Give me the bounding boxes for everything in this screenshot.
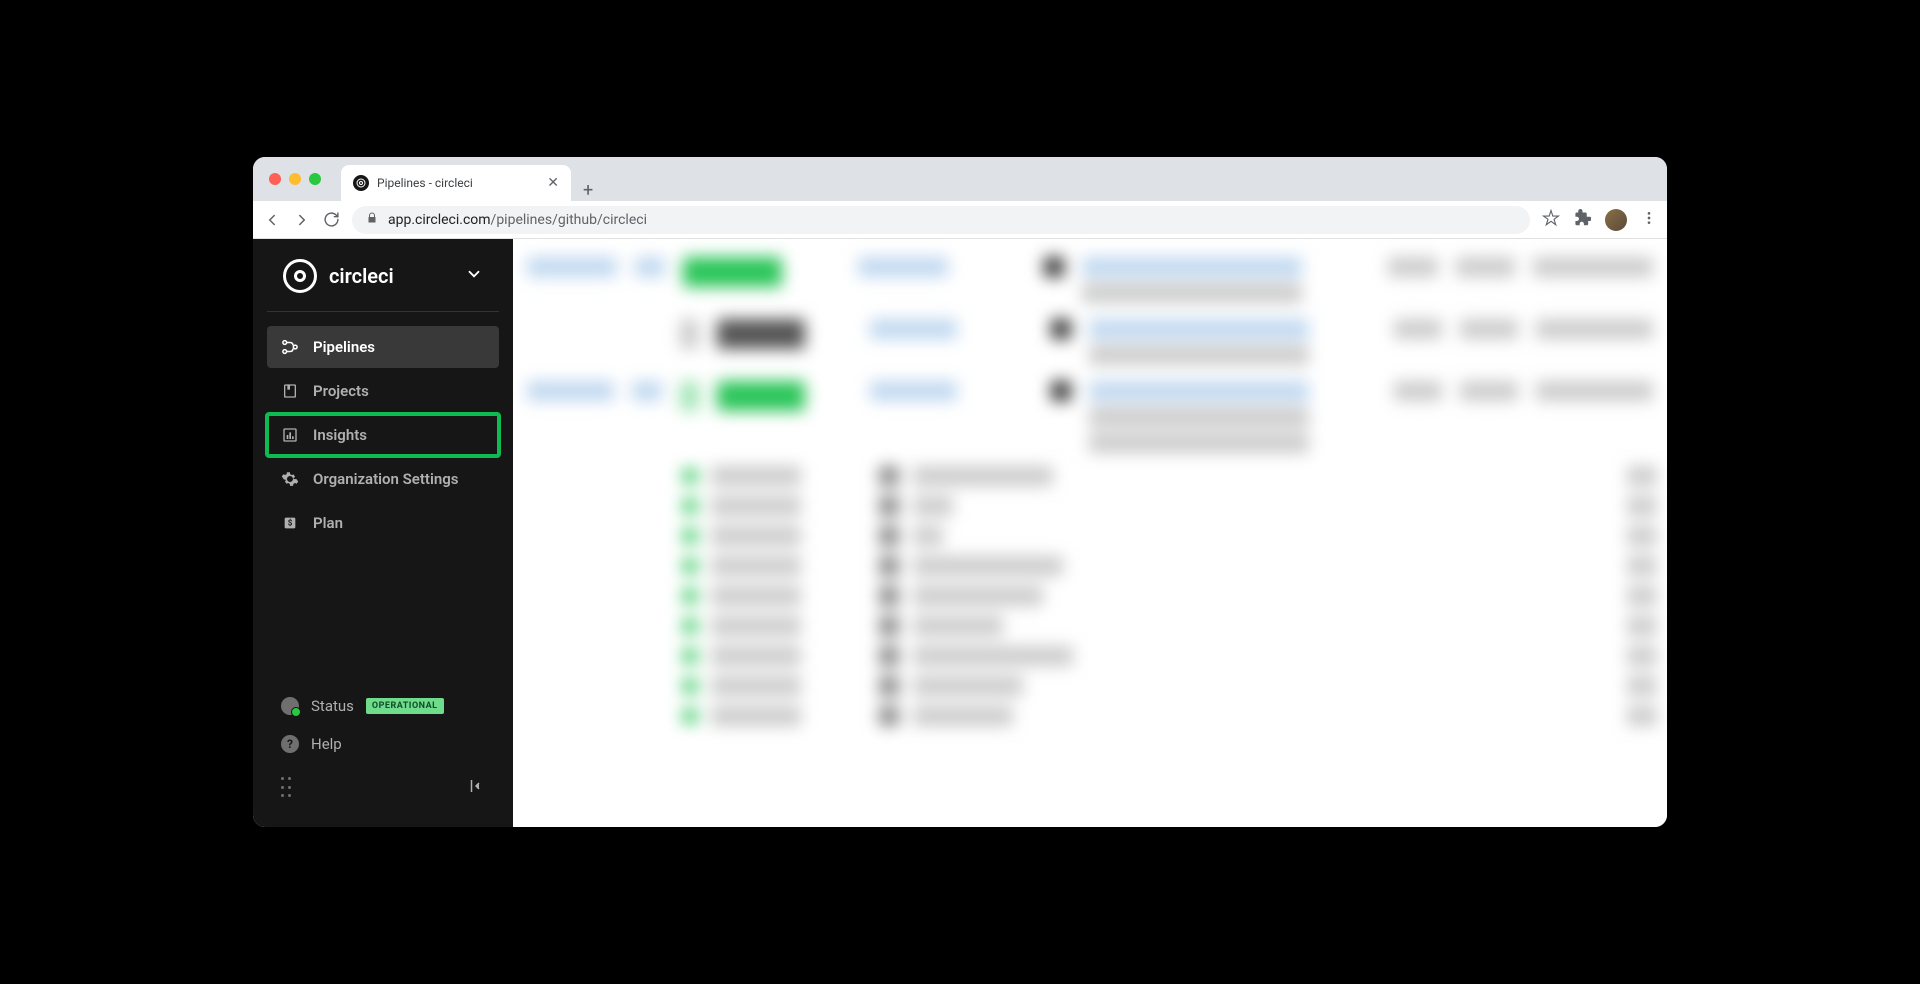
sidebar-item-projects[interactable]: Projects (267, 370, 499, 412)
help-icon: ? (281, 735, 299, 753)
sidebar-item-pipelines[interactable]: Pipelines (267, 326, 499, 368)
app-container: circleci Pipelines Projects (253, 239, 1667, 827)
sidebar-item-insights[interactable]: Insights (267, 414, 499, 456)
collapse-row (267, 763, 499, 813)
reload-button[interactable] (323, 211, 340, 228)
window-controls (253, 173, 321, 185)
help-label: Help (311, 735, 342, 753)
plan-icon: $ (281, 514, 299, 532)
pipelines-icon (281, 338, 299, 356)
svg-text:$: $ (288, 519, 293, 528)
sidebar-item-label: Insights (313, 426, 367, 444)
window-minimize-button[interactable] (289, 173, 301, 185)
sidebar-item-label: Pipelines (313, 338, 375, 356)
url-text: app.circleci.com/pipelines/github/circle… (388, 212, 647, 228)
new-tab-button[interactable]: + (571, 180, 605, 201)
status-badge: OPERATIONAL (366, 698, 444, 714)
browser-tab-bar: Pipelines - circleci ✕ + (253, 157, 1667, 201)
nav-section: Pipelines Projects Insights (253, 312, 513, 673)
browser-tab[interactable]: Pipelines - circleci ✕ (341, 165, 571, 201)
sidebar-item-plan[interactable]: $ Plan (267, 502, 499, 544)
help-row[interactable]: ? Help (267, 725, 499, 763)
address-bar[interactable]: app.circleci.com/pipelines/github/circle… (352, 206, 1530, 234)
tab-close-icon[interactable]: ✕ (547, 175, 559, 191)
chevron-down-icon (465, 265, 483, 287)
sidebar-item-org-settings[interactable]: Organization Settings (267, 458, 499, 500)
address-bar-row: app.circleci.com/pipelines/github/circle… (253, 201, 1667, 239)
back-button[interactable] (263, 211, 281, 229)
browser-window: Pipelines - circleci ✕ + app.circleci.co… (253, 157, 1667, 827)
sidebar-bottom: Status OPERATIONAL ? Help (253, 673, 513, 827)
main-content (513, 239, 1667, 827)
tabs: Pipelines - circleci ✕ + (341, 157, 605, 201)
bookmark-icon[interactable] (1542, 209, 1560, 231)
insights-icon (281, 426, 299, 444)
window-maximize-button[interactable] (309, 173, 321, 185)
tab-favicon-icon (353, 175, 369, 191)
org-selector[interactable]: circleci (267, 247, 499, 312)
collapse-sidebar-icon[interactable] (467, 777, 485, 799)
sidebar-item-label: Projects (313, 382, 369, 400)
lock-icon (366, 212, 378, 227)
extensions-icon[interactable] (1574, 209, 1591, 230)
projects-icon (281, 382, 299, 400)
sidebar-item-label: Organization Settings (313, 470, 458, 488)
status-label: Status (311, 697, 354, 715)
gear-icon (281, 470, 299, 488)
sidebar-item-label: Plan (313, 514, 343, 532)
grip-icon[interactable] (281, 777, 291, 799)
status-row[interactable]: Status OPERATIONAL (267, 687, 499, 725)
org-name: circleci (329, 264, 453, 288)
tab-title: Pipelines - circleci (377, 176, 539, 190)
org-logo-icon (283, 259, 317, 293)
browser-menu-icon[interactable] (1641, 210, 1657, 230)
profile-avatar[interactable] (1605, 209, 1627, 231)
blurred-pipeline-list (513, 239, 1667, 741)
status-indicator-icon (281, 697, 299, 715)
browser-right-icons (1542, 209, 1657, 231)
sidebar: circleci Pipelines Projects (253, 239, 513, 827)
window-close-button[interactable] (269, 173, 281, 185)
forward-button[interactable] (293, 211, 311, 229)
